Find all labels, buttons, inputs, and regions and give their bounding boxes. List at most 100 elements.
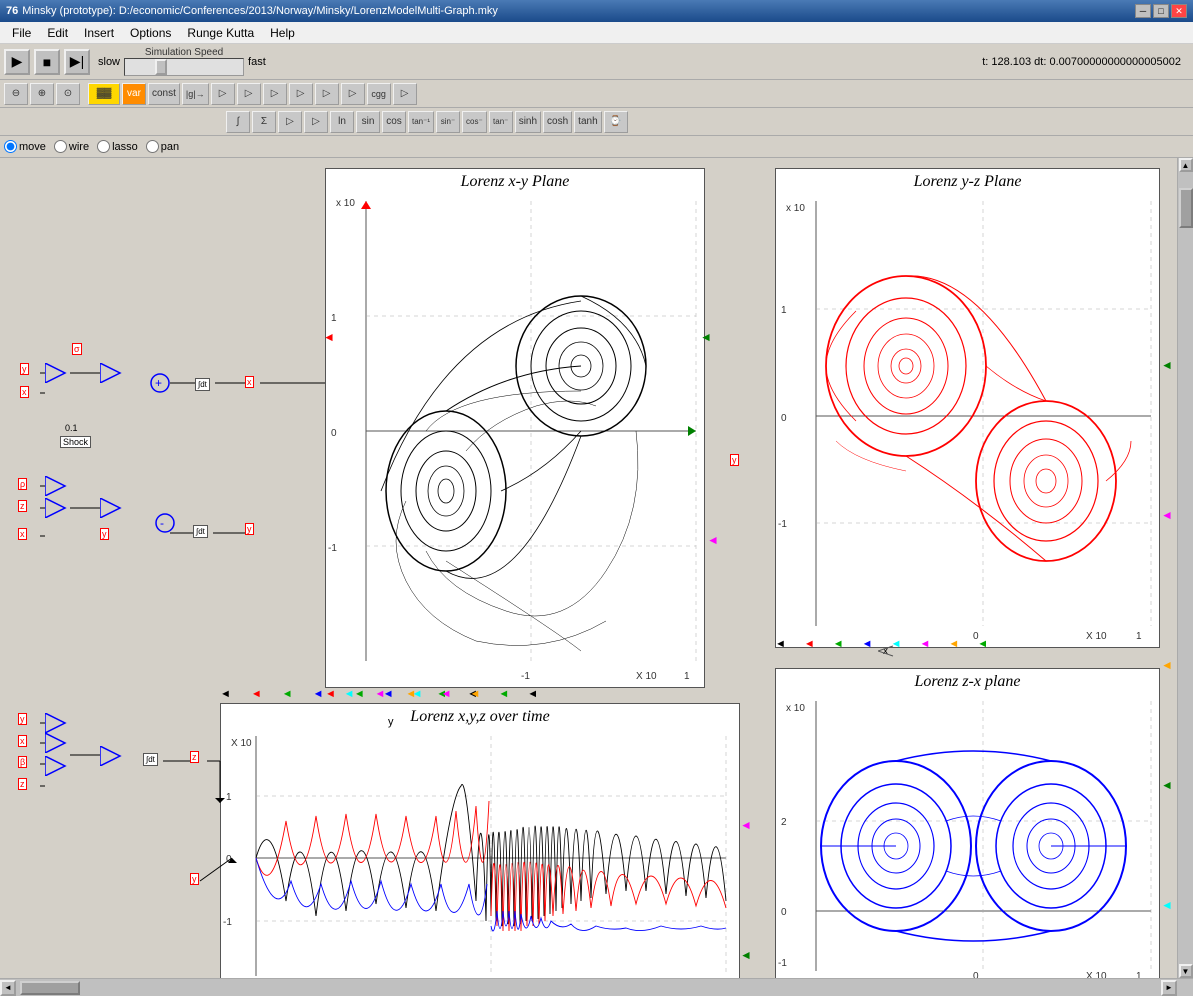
svg-text:1: 1 (226, 792, 232, 803)
scroll-left-button[interactable]: ◄ (0, 980, 16, 996)
fast-label: fast (248, 56, 266, 68)
svg-text:-: - (160, 516, 164, 530)
indicators-xy-bottom: ◄ ◄ ◄ ◄ ◄ ◄ ◄ ◄ (325, 688, 538, 700)
abs-button[interactable]: |g|→ (182, 83, 209, 105)
op-btn-2[interactable]: ▷ (237, 83, 261, 105)
tanh-button[interactable]: tanh (574, 111, 601, 133)
arrow-xy-top-green: ◄ (700, 330, 712, 344)
indicators-zx-right: ◄ (1161, 778, 1173, 792)
svg-text:+: + (155, 376, 162, 390)
graph-yz-svg: 1 0 -1 0 1 x 10 X 10 (776, 191, 1159, 646)
tan-inv-button[interactable]: tan⁻¹ (408, 111, 434, 133)
icon-toolbar-2: ∫ Σ ▷ ▷ ln sin cos tan⁻¹ sin⁻ cos⁻ tan⁻ … (0, 108, 1193, 136)
menu-bar: File Edit Insert Options Runge Kutta Hel… (0, 22, 1193, 44)
speed-thumb[interactable] (155, 59, 167, 75)
sinh-button[interactable]: sinh (515, 111, 541, 133)
cos-inv-button[interactable]: cos⁻ (462, 111, 487, 133)
menu-file[interactable]: File (4, 24, 39, 42)
sigma-button[interactable]: Σ (252, 111, 276, 133)
op-btn-6[interactable]: ▷ (341, 83, 365, 105)
mode-bar: move wire lasso pan (0, 136, 1193, 158)
op-btn-3[interactable]: ▷ (263, 83, 287, 105)
mode-pan[interactable]: pan (146, 140, 179, 153)
horizontal-scrollbar[interactable]: ◄ ► (0, 978, 1193, 996)
close-button[interactable]: ✕ (1171, 4, 1187, 18)
svg-text:X 10: X 10 (1086, 631, 1107, 642)
svg-text:0: 0 (331, 428, 337, 439)
graph-zx-svg: 2 0 -1 0 1 x 10 X 10 (776, 691, 1159, 978)
var-x-bot: x (18, 735, 27, 747)
scroll-right-button[interactable]: ► (1161, 980, 1177, 996)
cosh-button[interactable]: cosh (543, 111, 572, 133)
minimize-button[interactable]: ─ (1135, 4, 1151, 18)
cgg-button[interactable]: cgg (367, 83, 391, 105)
integral-button[interactable]: ∫ (226, 111, 250, 133)
triangle-mid-3 (100, 498, 125, 518)
var-x-mid: x (18, 528, 27, 540)
titlebar-controls[interactable]: ─ □ ✕ (1135, 4, 1187, 18)
speed-slider[interactable] (124, 58, 244, 76)
svg-text:X 10: X 10 (636, 671, 657, 682)
adder-top: + (150, 373, 170, 393)
arrow-xy-top-red: ◄ (323, 330, 335, 344)
output-y-mid: y (245, 523, 254, 535)
zoom-reset-button[interactable]: ⊙ (56, 83, 80, 105)
svg-text:-1: -1 (223, 917, 232, 928)
scroll-thumb[interactable] (1179, 188, 1193, 228)
menu-options[interactable]: Options (122, 24, 179, 42)
op-btn-4[interactable]: ▷ (289, 83, 313, 105)
mode-move[interactable]: move (4, 140, 46, 153)
triangle-bot-4 (100, 746, 125, 766)
menu-insert[interactable]: Insert (76, 24, 122, 42)
sin-button[interactable]: sin (356, 111, 380, 133)
var-y-input: y (190, 873, 199, 885)
play-button[interactable]: ▶ (4, 49, 30, 75)
fn-btn-1[interactable]: ▷ (278, 111, 302, 133)
stop-button[interactable]: ■ (34, 49, 60, 75)
histogram-button[interactable]: ▓▓ (88, 83, 120, 105)
ln-button[interactable]: ln (330, 111, 354, 133)
clock-button[interactable]: ⌚ (604, 111, 628, 133)
vertical-scrollbar[interactable]: ▲ ▼ (1177, 158, 1193, 978)
indicators-time-right: ◄ (740, 818, 752, 832)
menu-runge-kutta[interactable]: Runge Kutta (179, 24, 262, 42)
sin-inv-button[interactable]: sin⁻ (436, 111, 460, 133)
op-btn-7[interactable]: ▷ (393, 83, 417, 105)
int-block-bot: ∫dt (143, 753, 158, 766)
main-canvas[interactable]: ▲ ▼ Lorenz x-y Plane 1 0 -1 -1 1 x 10 X … (0, 158, 1193, 978)
menu-help[interactable]: Help (262, 24, 303, 42)
indicators-yz-right3: ◄ (1161, 658, 1173, 672)
graph-zx-plane: Lorenz z-x plane 2 0 -1 0 1 x 10 X 10 (775, 668, 1160, 978)
zoom-in-button[interactable]: ⊕ (30, 83, 54, 105)
graph-time-svg: 1 0 -1 0 1 X 10 x 100 (221, 726, 739, 978)
svg-text:-1: -1 (521, 671, 530, 682)
step-button[interactable]: ▶| (64, 49, 90, 75)
h-scroll-thumb[interactable] (20, 981, 80, 995)
scroll-up-button[interactable]: ▲ (1179, 158, 1193, 172)
op-btn-5[interactable]: ▷ (315, 83, 339, 105)
svg-text:1: 1 (684, 671, 690, 682)
tan-inv2-button[interactable]: tan⁻ (489, 111, 513, 133)
fn-btn-2[interactable]: ▷ (304, 111, 328, 133)
var-button[interactable]: var (122, 83, 146, 105)
var-beta: β (18, 756, 27, 768)
int-block-top: ∫dt (195, 378, 210, 391)
graph-time: Lorenz x,y,z over time 1 0 -1 0 1 X 10 x… (220, 703, 740, 978)
var-y-top: y (20, 363, 29, 375)
mode-lasso[interactable]: lasso (97, 140, 138, 153)
scroll-down-button[interactable]: ▼ (1179, 964, 1193, 978)
menu-edit[interactable]: Edit (39, 24, 76, 42)
triangle-bot-2 (45, 733, 70, 753)
mode-wire[interactable]: wire (54, 140, 89, 153)
maximize-button[interactable]: □ (1153, 4, 1169, 18)
svg-text:-1: -1 (778, 958, 787, 969)
cos-button[interactable]: cos (382, 111, 406, 133)
y-label-xy: y (388, 716, 394, 728)
graph-xy-svg: 1 0 -1 -1 1 x 10 X 10 (326, 191, 704, 686)
svg-text:-1: -1 (778, 519, 787, 530)
indicators-yz-right2: ◄ (1161, 508, 1173, 522)
op-btn-1[interactable]: ▷ (211, 83, 235, 105)
const-button[interactable]: const (148, 83, 180, 105)
zoom-out-button[interactable]: ⊖ (4, 83, 28, 105)
icon-toolbar-1: ⊖ ⊕ ⊙ ▓▓ var const |g|→ ▷ ▷ ▷ ▷ ▷ ▷ cgg … (0, 80, 1193, 108)
